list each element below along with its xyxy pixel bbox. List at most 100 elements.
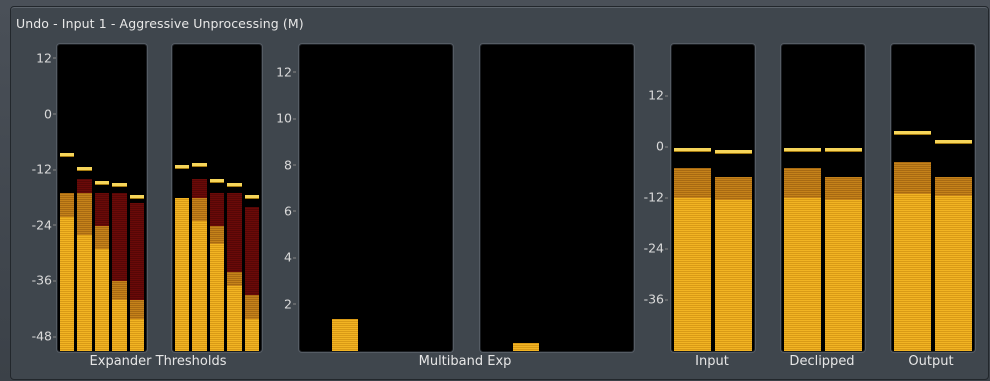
expander-range-segment <box>209 225 225 245</box>
input-level-segment <box>715 200 752 351</box>
expander-level-segment <box>244 318 259 351</box>
multiband-exp-label: Multiband Exp <box>418 354 512 369</box>
expander-tick-label: 12 <box>36 50 56 66</box>
multiband-scale: 12 10 8 6 4 2 <box>262 44 296 354</box>
input-bar <box>674 45 711 351</box>
output-bar <box>935 45 972 351</box>
expander-level-segment <box>94 249 110 351</box>
expander-bar <box>175 45 190 351</box>
expander-level-segment <box>60 216 75 351</box>
input-range-segment <box>674 168 711 198</box>
expander-level-segment <box>192 221 207 351</box>
expander-range-segment <box>94 225 110 249</box>
expander-peak-hold <box>112 183 127 187</box>
expander-scale: 12 0 -12 -24 -36 -48 <box>22 44 57 354</box>
multiband-tick-label: 2 <box>284 296 296 312</box>
expander-peak-hold <box>175 164 190 168</box>
multiband-tick-label: 4 <box>284 249 296 265</box>
input-peak-hold <box>715 150 752 154</box>
expander-peak-hold <box>77 167 92 171</box>
declipped-bar <box>825 45 862 351</box>
io-tick-label: -12 <box>643 189 669 205</box>
declipped-range-segment <box>825 176 862 201</box>
expander-bar <box>60 45 75 351</box>
expander-gain-reduction-segment <box>209 193 225 226</box>
output-range-segment <box>935 176 972 196</box>
expander-range-segment <box>192 198 207 222</box>
expander-range-segment <box>112 281 127 300</box>
output-meter <box>891 44 975 352</box>
expander-range-segment <box>227 272 242 287</box>
multiband-tick-label: 6 <box>284 203 296 219</box>
input-level-segment <box>674 198 711 351</box>
expander-peak-hold <box>94 181 110 185</box>
expander-range-segment <box>77 193 92 236</box>
output-bar <box>894 45 931 351</box>
expander-tick-label: -24 <box>31 217 57 233</box>
io-tick-label: 0 <box>656 138 668 154</box>
multiband-tick-label: 12 <box>276 64 296 80</box>
expander-bar <box>244 45 259 351</box>
input-bar <box>715 45 752 351</box>
expander-bar <box>94 45 110 351</box>
expander-peak-hold <box>60 153 75 157</box>
declipped-label: Declipped <box>789 354 855 369</box>
expander-bar <box>129 45 144 351</box>
declipped-level-segment <box>825 200 862 351</box>
window-title: Undo - Input 1 - Aggressive Unprocessing… <box>16 16 304 31</box>
app-root: Undo - Input 1 - Aggressive Unprocessing… <box>0 0 990 381</box>
io-tick-label: -24 <box>643 240 669 256</box>
declipped-peak-hold <box>825 148 862 152</box>
declipped-meter <box>781 44 865 352</box>
expander-level-segment <box>129 318 144 351</box>
expander-tick-label: -36 <box>31 272 57 288</box>
expander-range-segment <box>129 300 144 319</box>
expander-peak-hold <box>209 178 225 182</box>
expander-tick-label: -48 <box>31 328 57 344</box>
expander-level-segment <box>209 244 225 351</box>
expander-peak-hold <box>192 162 207 166</box>
expander-bar <box>192 45 207 351</box>
expander-gain-reduction-segment <box>227 193 242 273</box>
input-label: Input <box>695 354 729 369</box>
expander-gain-reduction-segment <box>77 179 92 194</box>
expander-gain-reduction-segment <box>244 207 259 296</box>
expander-range-segment <box>244 295 259 319</box>
output-peak-hold <box>935 139 972 143</box>
expander-gain-reduction-segment <box>129 202 144 300</box>
expander-bar <box>227 45 242 351</box>
expander-range-segment <box>60 193 75 217</box>
expander-gain-reduction-segment <box>94 193 110 226</box>
multiband-tick-label: 8 <box>284 157 296 173</box>
expander-gain-reduction-segment <box>112 193 127 282</box>
expander-bar <box>112 45 127 351</box>
output-level-segment <box>935 195 972 351</box>
output-peak-hold <box>894 131 931 135</box>
output-label: Output <box>908 354 954 369</box>
expander-peak-hold <box>129 195 144 198</box>
expander-level-segment <box>227 286 242 351</box>
io-scale: 12 0 -12 -24 -36 <box>634 44 669 354</box>
multiband-meter-2 <box>480 44 634 352</box>
input-range-segment <box>715 176 752 201</box>
expander-thresholds-label: Expander Thresholds <box>89 354 227 369</box>
expander-peak-hold <box>244 195 259 198</box>
expander-bar <box>209 45 225 351</box>
expander-peak-hold <box>227 183 242 187</box>
declipped-range-segment <box>784 168 821 198</box>
expander-gain-reduction-segment <box>192 179 207 198</box>
multiband-meter-1 <box>299 44 453 352</box>
declipped-level-segment <box>784 198 821 351</box>
multiband-bar <box>332 318 358 351</box>
expander-bar <box>77 45 92 351</box>
output-range-segment <box>894 161 931 194</box>
expander-level-segment <box>77 235 92 351</box>
expander-meter-1 <box>57 44 147 352</box>
input-peak-hold <box>674 148 711 152</box>
multiband-tick-label: 10 <box>276 110 296 126</box>
io-tick-label: 12 <box>648 87 668 103</box>
declipped-bar <box>784 45 821 351</box>
expander-level-segment <box>175 198 190 351</box>
expander-level-segment <box>112 300 127 351</box>
expander-tick-label: -12 <box>31 161 57 177</box>
